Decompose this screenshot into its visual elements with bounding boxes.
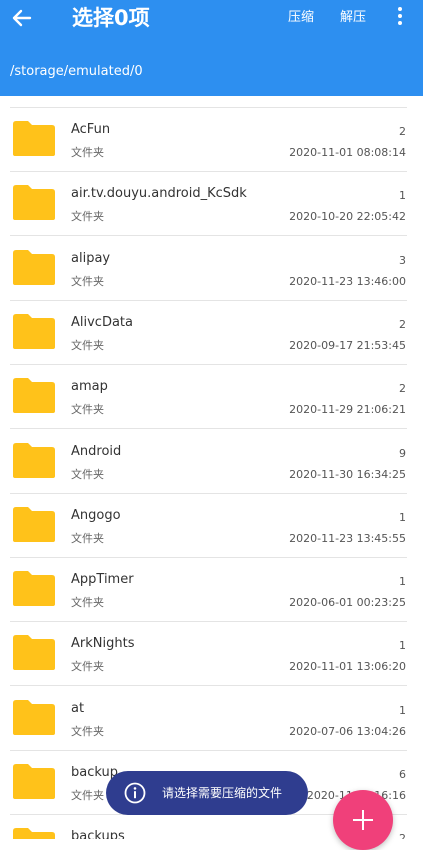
folder-icon: [13, 506, 55, 542]
file-row[interactable]: alipay 文件夹 3 2020-11-23 13:46:00: [0, 237, 423, 301]
modified-date: 2020-10-20 22:05:42: [289, 210, 406, 224]
item-count: 2: [399, 832, 406, 839]
item-count: 2: [399, 125, 406, 138]
file-name: AppTimer: [71, 572, 134, 588]
file-name: at: [71, 700, 85, 716]
file-row[interactable]: amap 文件夹 2 2020-11-29 21:06:21: [0, 365, 423, 430]
arrow-left-icon: [12, 9, 32, 27]
file-name: AcFun: [71, 122, 111, 137]
modified-date: 2020-11-01 13:06:20: [289, 660, 406, 674]
app-bar: 选择0项 压缩 解压 /storage/emulated/0: [0, 0, 423, 96]
back-button[interactable]: [8, 2, 36, 34]
folder-icon: [13, 571, 55, 607]
file-row[interactable]: Android 文件夹 9 2020-11-30 16:34:25: [0, 430, 423, 494]
plus-icon: [353, 810, 373, 830]
file-type: 文件夹: [71, 596, 104, 610]
folder-icon: [13, 121, 55, 156]
item-count: 2: [399, 382, 406, 396]
file-name: alipay: [71, 250, 111, 266]
more-vertical-icon: [392, 7, 408, 25]
current-path: /storage/emulated/0: [10, 64, 143, 79]
file-row[interactable]: Angogo 文件夹 1 2020-11-23 13:45:55: [0, 494, 423, 558]
file-name: amap: [71, 379, 108, 395]
info-icon: [124, 782, 146, 804]
modified-date: 2020-06-01 00:23:25: [289, 596, 406, 610]
page-title: 选择0项: [72, 6, 150, 30]
item-count: 2: [399, 317, 406, 331]
file-name: Angogo: [71, 507, 121, 523]
item-count: 1: [399, 575, 406, 589]
file-type: 文件夹: [71, 146, 104, 159]
file-type: 文件夹: [71, 338, 104, 352]
folder-icon: [13, 828, 55, 839]
folder-icon: [13, 313, 55, 349]
file-type: 文件夹: [71, 531, 104, 545]
modified-date: 2020-11-23 13:46:00: [289, 274, 406, 288]
file-type: 文件夹: [71, 403, 104, 417]
item-count: 3: [399, 253, 406, 267]
add-button[interactable]: [333, 790, 393, 850]
modified-date: 2020-11-23 13:45:55: [289, 531, 406, 545]
file-type: 文件夹: [71, 724, 104, 738]
more-options-button[interactable]: [392, 5, 408, 31]
file-row[interactable]: AlivcData 文件夹 2 2020-09-17 21:53:45: [0, 301, 423, 365]
modified-date: 2020-07-06 13:04:26: [289, 724, 406, 738]
folder-icon: [13, 442, 55, 478]
file-type: 文件夹: [71, 467, 104, 481]
file-name: ArkNights: [71, 636, 135, 652]
file-type: 文件夹: [71, 274, 104, 288]
item-count: 1: [399, 189, 406, 203]
folder-icon: [13, 699, 55, 735]
file-row[interactable]: ArkNights 文件夹 1 2020-11-01 13:06:20: [0, 622, 423, 687]
item-count: 1: [399, 703, 406, 717]
file-name: Android: [71, 443, 122, 459]
folder-icon: [13, 764, 55, 799]
file-row[interactable]: air.tv.douyu.android_KcSdk 文件夹 1 2020-10-20…: [0, 172, 423, 237]
toast-text: 请选择需要压缩的文件: [162, 786, 283, 800]
folder-icon: [13, 185, 55, 221]
toast-message: 请选择需要压缩的文件: [106, 771, 308, 815]
file-type: 文件夹: [71, 660, 104, 674]
folder-icon: [13, 249, 55, 285]
folder-icon: [13, 378, 55, 414]
item-count: 1: [399, 510, 406, 524]
item-count: 1: [399, 639, 406, 653]
modified-date: 2020-11-01 08:08:14: [289, 146, 406, 159]
modified-date: 2020-11-29 21:06:21: [289, 403, 406, 417]
item-count: 9: [399, 446, 406, 460]
file-list[interactable]: AcFun 文件夹 2 2020-11-01 08:08:14 air.tv.douyu…: [0, 96, 423, 839]
folder-icon: [13, 635, 55, 671]
compress-button[interactable]: 压缩: [288, 9, 314, 27]
modified-date: 2020-09-17 21:53:45: [289, 338, 406, 352]
modified-date: 2020-11-30 16:34:25: [289, 467, 406, 481]
extract-button[interactable]: 解压: [340, 9, 366, 27]
file-row[interactable]: at 文件夹 1 2020-07-06 13:04:26: [0, 687, 423, 751]
file-row[interactable]: AppTimer 文件夹 1 2020-06-01 00:23:25: [0, 558, 423, 623]
file-type: 文件夹: [71, 210, 104, 224]
file-name: backups: [71, 829, 125, 839]
file-type: 文件夹: [71, 789, 104, 802]
item-count: 6: [399, 768, 406, 781]
file-row[interactable]: AcFun 文件夹 2 2020-11-01 08:08:14: [0, 108, 423, 172]
file-name: air.tv.douyu.android_KcSdk: [71, 186, 247, 202]
file-name: AlivcData: [71, 314, 133, 330]
